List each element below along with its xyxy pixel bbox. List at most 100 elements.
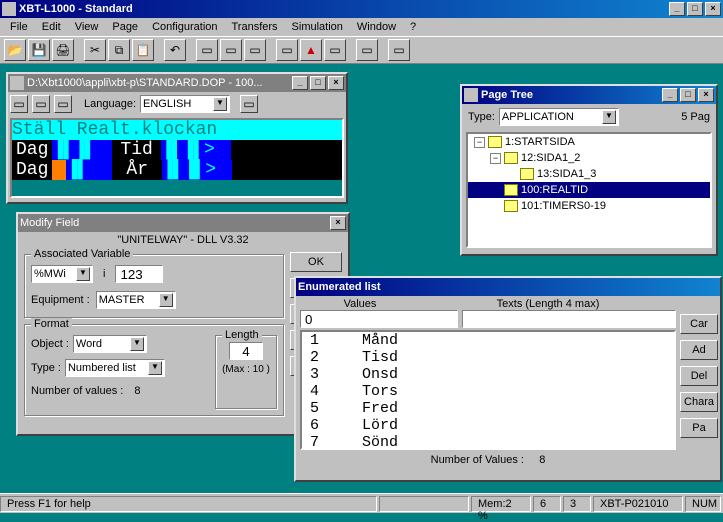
enum-row-value: 6 [302,417,362,434]
menu-transfers[interactable]: Transfers [226,19,284,35]
tree-item[interactable]: −1:STARTSIDA [468,134,710,150]
display-preview[interactable]: Ställ Realt.klockan Dag ▐▌▐▌ Tid ▐▌▐▌> D… [10,118,344,198]
tool-b3[interactable]: ▭ [324,39,346,61]
chevron-down-icon: ▼ [76,267,90,281]
tool-open[interactable]: 📂 [4,39,26,61]
document-title: D:\Xbt1000\appli\xbt-p\STANDARD.DOP - 10… [27,77,263,89]
tool-print[interactable]: 🖨 [52,39,74,61]
app-minimize-button[interactable]: _ [669,2,685,16]
tool-paste[interactable]: 📋 [132,39,154,61]
length-input[interactable] [229,342,263,360]
tree-toggle-icon[interactable]: − [474,137,485,148]
preview-dag-label: Dag [12,140,52,160]
tool-a2[interactable]: ▭ [220,39,242,61]
doc-minimize-button[interactable]: _ [292,76,308,90]
pagetree-titlebar: Page Tree _ □ × [462,86,716,104]
enum-row[interactable]: 6Lörd [302,417,674,434]
object-value: Word [76,338,102,350]
enum-row[interactable]: 4Tors [302,383,674,400]
tree-item[interactable]: 101:TIMERS0-19 [468,198,710,214]
tree-item[interactable]: −12:SIDA1_2 [468,150,710,166]
menu-help[interactable]: ? [404,19,422,35]
equipment-dropdown[interactable]: MASTER ▼ [96,291,176,309]
enumerated-list-dialog: Enumerated list Values Texts (Length 4 m… [294,276,722,482]
pagetree-maximize-button[interactable]: □ [680,88,696,102]
pagetree-type-dropdown[interactable]: APPLICATION ▼ [499,108,619,126]
enum-side-button-4[interactable]: Pa [680,418,718,438]
enum-title: Enumerated list [298,281,381,293]
menu-configuration[interactable]: Configuration [146,19,223,35]
tool-b2[interactable]: ▲ [300,39,322,61]
doc-tool-2[interactable]: ▭ [32,95,50,113]
menu-simulation[interactable]: Simulation [286,19,349,35]
menu-view[interactable]: View [69,19,105,35]
tool-c1[interactable]: ▭ [356,39,378,61]
tool-copy[interactable]: ⧉ [108,39,130,61]
tool-b1[interactable]: ▭ [276,39,298,61]
folder-icon [504,184,518,196]
pagetree-type-label: Type: [468,111,495,123]
statusbar: Press F1 for help Mem:2 % 6 3 XBT-P02101… [0,493,723,513]
menu-file[interactable]: File [4,19,34,35]
doc-close-button[interactable]: × [328,76,344,90]
chevron-down-icon: ▼ [130,337,144,351]
object-dropdown[interactable]: Word ▼ [73,335,147,353]
app-close-button[interactable]: × [705,2,721,16]
tree-item-label: 101:TIMERS0-19 [521,200,606,212]
doc-tool-1[interactable]: ▭ [10,95,28,113]
enum-value-input[interactable] [300,310,458,328]
enum-side-button-3[interactable]: Chara [680,392,718,412]
status-mem-a: 6 [533,496,561,512]
language-value: ENGLISH [143,98,191,110]
language-dropdown[interactable]: ENGLISH ▼ [140,95,230,113]
app-icon [2,2,16,16]
menu-window[interactable]: Window [351,19,402,35]
enum-row-text: Sönd [362,434,398,450]
tool-cut[interactable]: ✂ [84,39,106,61]
i-input[interactable] [115,265,163,283]
status-num: NUM [685,496,721,512]
enum-row[interactable]: 5Fred [302,400,674,417]
doc-tool-4[interactable]: ▭ [240,95,258,113]
tool-a3[interactable]: ▭ [244,39,266,61]
i-label: i [103,268,105,280]
enum-row[interactable]: 2Tisd [302,349,674,366]
tool-a1[interactable]: ▭ [196,39,218,61]
enum-row[interactable]: 1Månd [302,332,674,349]
pagetree-list[interactable]: −1:STARTSIDA−12:SIDA1_213:SIDA1_3100:REA… [466,132,712,248]
menu-edit[interactable]: Edit [36,19,67,35]
status-model: XBT-P021010 [593,496,683,512]
folder-icon [504,200,518,212]
enum-row-value: 2 [302,349,362,366]
tree-item[interactable]: 100:REALTID [468,182,710,198]
pagetree-pages-label: 5 Pag [681,111,710,123]
tree-item[interactable]: 13:SIDA1_3 [468,166,710,182]
tool-undo[interactable]: ↶ [164,39,186,61]
tree-toggle-icon[interactable]: − [490,153,501,164]
var-type-dropdown[interactable]: %MWi ▼ [31,265,93,283]
modify-close-button[interactable]: × [330,216,346,230]
menu-page[interactable]: Page [106,19,144,35]
enum-row-text: Tisd [362,349,398,366]
enum-row-value: 7 [302,434,362,450]
type-dropdown[interactable]: Numbered list ▼ [65,359,165,377]
enum-side-button-2[interactable]: Del [680,366,718,386]
enum-side-button-0[interactable]: Car [680,314,718,334]
app-maximize-button[interactable]: □ [687,2,703,16]
folder-icon [488,136,502,148]
enum-row[interactable]: 7Sönd [302,434,674,450]
pagetree-minimize-button[interactable]: _ [662,88,678,102]
status-help: Press F1 for help [0,496,377,512]
doc-maximize-button[interactable]: □ [310,76,326,90]
enum-side-button-1[interactable]: Ad [680,340,718,360]
pagetree-close-button[interactable]: × [698,88,714,102]
main-toolbar: 📂 💾 🖨 ✂ ⧉ 📋 ↶ ▭ ▭ ▭ ▭ ▲ ▭ ▭ ▭ [0,36,723,64]
tool-save[interactable]: 💾 [28,39,50,61]
tool-c2[interactable]: ▭ [388,39,410,61]
enum-row-value: 1 [302,332,362,349]
enum-row[interactable]: 3Onsd [302,366,674,383]
doc-tool-3[interactable]: ▭ [54,95,72,113]
enum-listbox[interactable]: 1Månd2Tisd3Onsd4Tors5Fred6Lörd7Sönd [300,330,676,450]
ok-button[interactable]: OK [290,252,342,272]
enum-text-input[interactable] [462,310,676,328]
